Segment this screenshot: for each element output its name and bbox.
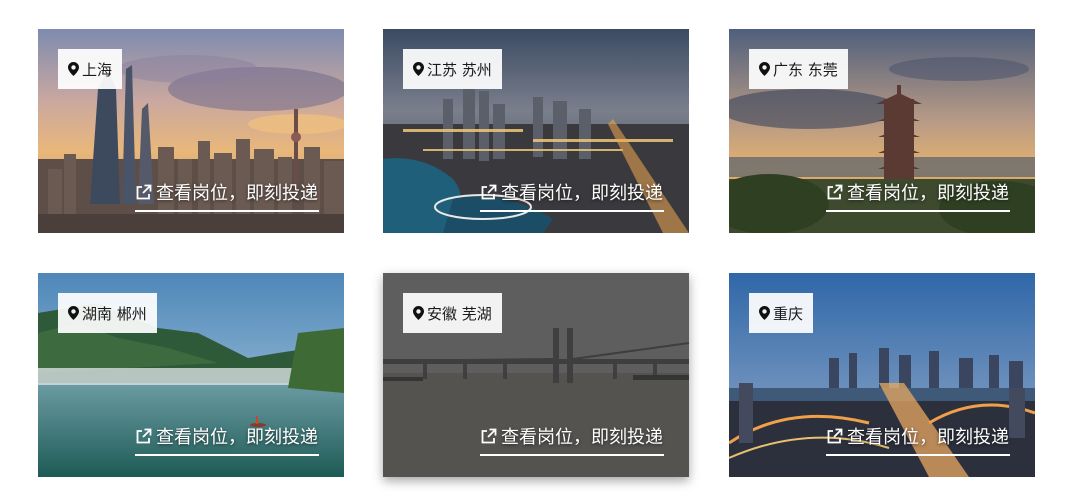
city-card-dongguan[interactable]: 广东 东莞 查看岗位，即刻投递	[729, 29, 1035, 233]
location-label: 上海	[82, 60, 113, 79]
view-jobs-link[interactable]: 查看岗位，即刻投递	[480, 423, 664, 456]
view-jobs-label: 查看岗位，即刻投递	[156, 427, 318, 448]
view-jobs-label: 查看岗位，即刻投递	[501, 183, 663, 204]
city-card-shanghai[interactable]: 上海 查看岗位，即刻投递	[38, 29, 344, 233]
view-jobs-link[interactable]: 查看岗位，即刻投递	[480, 179, 664, 212]
external-link-icon	[827, 428, 843, 443]
location-badge: 广东 东莞	[749, 49, 848, 89]
location-badge: 重庆	[749, 293, 814, 333]
external-link-icon	[827, 184, 843, 199]
view-jobs-label: 查看岗位，即刻投递	[156, 183, 318, 204]
city-card-chenzhou[interactable]: 湖南 郴州 查看岗位，即刻投递	[38, 273, 344, 477]
map-pin-icon	[413, 306, 424, 320]
location-label: 广东 东莞	[773, 60, 838, 79]
external-link-icon	[136, 428, 152, 443]
view-jobs-link[interactable]: 查看岗位，即刻投递	[826, 423, 1010, 456]
map-pin-icon	[759, 62, 770, 76]
location-label: 湖南 郴州	[82, 304, 147, 323]
location-badge: 上海	[58, 49, 123, 89]
view-jobs-label: 查看岗位，即刻投递	[847, 427, 1009, 448]
map-pin-icon	[68, 62, 79, 76]
external-link-icon	[481, 428, 497, 443]
view-jobs-link[interactable]: 查看岗位，即刻投递	[135, 179, 319, 212]
city-card-chongqing[interactable]: 重庆 查看岗位，即刻投递	[729, 273, 1035, 477]
location-badge: 安徽 芜湖	[403, 293, 502, 333]
city-card-wuhu[interactable]: 安徽 芜湖 查看岗位，即刻投递	[383, 273, 689, 477]
view-jobs-link[interactable]: 查看岗位，即刻投递	[826, 179, 1010, 212]
view-jobs-link[interactable]: 查看岗位，即刻投递	[135, 423, 319, 456]
city-card-suzhou[interactable]: 江苏 苏州 查看岗位，即刻投递	[383, 29, 689, 233]
map-pin-icon	[759, 306, 770, 320]
location-badge: 江苏 苏州	[403, 49, 502, 89]
view-jobs-label: 查看岗位，即刻投递	[501, 427, 663, 448]
location-label: 江苏 苏州	[427, 60, 492, 79]
location-label: 安徽 芜湖	[427, 304, 492, 323]
external-link-icon	[136, 184, 152, 199]
location-badge: 湖南 郴州	[58, 293, 157, 333]
external-link-icon	[481, 184, 497, 199]
map-pin-icon	[413, 62, 424, 76]
map-pin-icon	[68, 306, 79, 320]
view-jobs-label: 查看岗位，即刻投递	[847, 183, 1009, 204]
location-label: 重庆	[773, 304, 804, 323]
